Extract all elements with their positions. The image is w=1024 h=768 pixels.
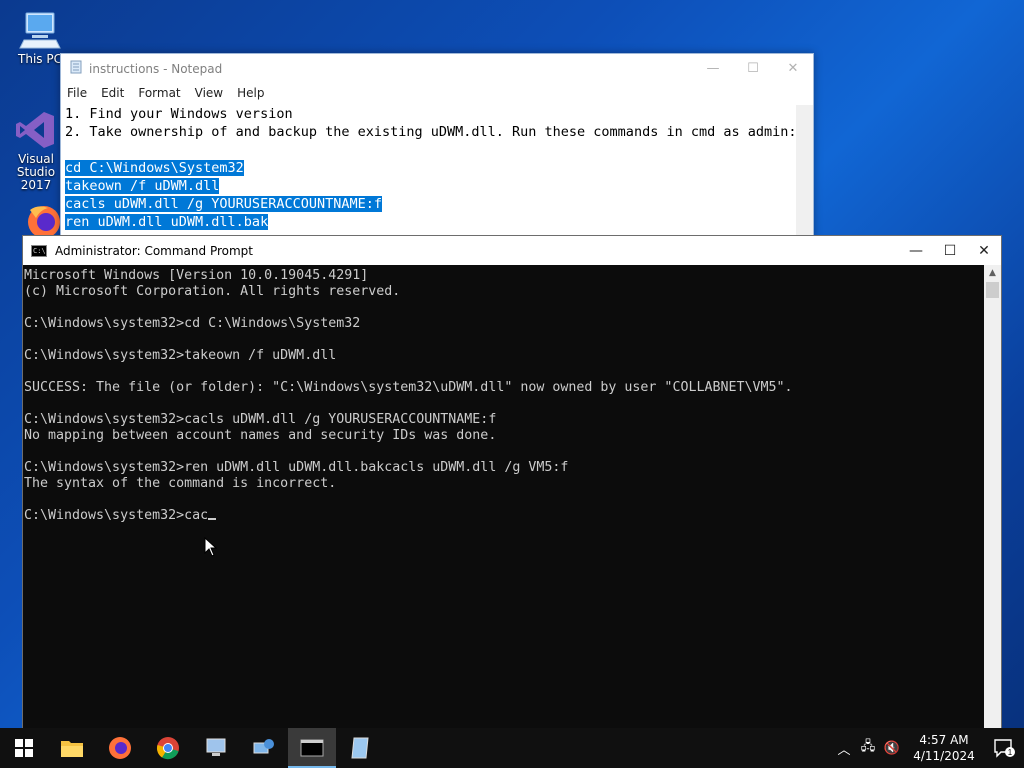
console-line: C:\Windows\system32>cacls uDWM.dll /g YO… [24,412,497,427]
notepad-line-selected: takeown /f uDWM.dll [65,178,220,194]
clock-date: 4/11/2024 [913,749,975,763]
notepad-menubar: File Edit Format View Help [61,83,813,103]
network-icon[interactable]: 🖧 [856,737,880,759]
windows-logo-icon [15,739,33,757]
console-line: C:\Windows\system32>takeown /f uDWM.dll [24,348,337,363]
console-line: C:\Windows\system32>ren uDWM.dll uDWM.dl… [24,460,569,475]
notepad-line [65,141,796,159]
notification-count: 1 [1008,748,1013,757]
taskbar: ︿ 🖧 🔇 4:57 AM 4/11/2024 1 [0,728,1024,768]
desktop-icon-label-line2: 2017 [20,178,52,192]
notification-icon: 1 [994,739,1015,758]
mouse-pointer-icon [204,537,218,557]
notepad-close-button[interactable]: ✕ [773,61,813,76]
chrome-icon [156,737,179,760]
cmd-maximize-button[interactable]: ☐ [933,236,967,265]
firefox-icon [109,737,131,759]
console-line: No mapping between account names and sec… [24,428,497,443]
command-prompt-window[interactable]: C:\ Administrator: Command Prompt — ☐ ✕ … [22,235,1002,735]
notepad-titlebar[interactable]: instructions - Notepad — ☐ ✕ [61,54,813,83]
console-input-line[interactable]: C:\Windows\system32>cac [24,508,984,524]
taskbar-firefox[interactable] [96,728,144,768]
notepad-scrollbar[interactable] [796,105,813,237]
console-line: The syntax of the command is incorrect. [24,476,337,491]
scroll-up-icon[interactable]: ▲ [984,265,1001,282]
taskbar-network-app[interactable] [240,728,288,768]
cmd-icon [300,739,324,757]
notepad-line-selected: cd C:\Windows\System32 [65,160,244,176]
cmd-console-output[interactable]: Microsoft Windows [Version 10.0.19045.42… [23,265,984,734]
notepad-title: instructions - Notepad [89,61,223,76]
menu-format[interactable]: Format [138,86,180,100]
console-line: SUCCESS: The file (or folder): "C:\Windo… [24,380,793,395]
system-tray: ︿ 🖧 🔇 4:57 AM 4/11/2024 1 [832,728,1024,768]
start-button[interactable] [0,728,48,768]
network-computer-icon [206,738,226,756]
desktop-icon-label: Visual Studio [16,152,56,179]
console-line: Microsoft Windows [Version 10.0.19045.42… [24,268,369,283]
menu-view[interactable]: View [195,86,223,100]
taskbar-clock[interactable]: 4:57 AM 4/11/2024 [904,732,984,764]
console-line: (c) Microsoft Corporation. All rights re… [24,284,401,299]
notepad-icon [69,59,83,78]
action-center-button[interactable]: 1 [984,738,1024,758]
menu-help[interactable]: Help [237,86,264,100]
console-line: C:\Windows\system32>cd C:\Windows\System… [24,316,361,331]
cmd-close-button[interactable]: ✕ [967,236,1001,265]
cmd-icon: C:\ [31,244,47,257]
notepad-line-selected: ren uDWM.dll uDWM.dll.bak [65,214,269,230]
notepad-minimize-button[interactable]: — [693,61,733,76]
notepad-icon [351,737,369,759]
scroll-thumb[interactable] [986,282,999,298]
taskbar-notepad[interactable] [336,728,384,768]
clock-time: 4:57 AM [919,733,969,747]
menu-file[interactable]: File [67,86,87,100]
notepad-maximize-button[interactable]: ☐ [733,61,773,76]
cmd-titlebar[interactable]: C:\ Administrator: Command Prompt — ☐ ✕ [23,236,1001,265]
firefox-icon [20,200,64,240]
console-prompt-text: C:\Windows\system32>cac [24,508,209,523]
cmd-scrollbar[interactable]: ▲ [984,265,1001,734]
notepad-line: 1. Find your Windows version [65,106,293,122]
menu-edit[interactable]: Edit [101,86,124,100]
cmd-title: Administrator: Command Prompt [55,243,253,258]
taskbar-remote-desktop[interactable] [192,728,240,768]
notepad-text-area[interactable]: 1. Find your Windows version 2. Take own… [65,105,797,237]
desktop-icon-visual-studio[interactable]: Visual Studio 2017 [4,110,68,192]
folder-icon [61,741,83,757]
notepad-line-selected: cacls uDWM.dll /g YOURUSERACCOUNTNAME:f [65,196,382,212]
chevron-up-icon[interactable]: ︿ [832,739,856,758]
taskbar-chrome[interactable] [144,728,192,768]
notepad-line: 2. Take ownership of and backup the exis… [65,124,797,140]
globe-computer-icon [253,739,274,754]
taskbar-command-prompt[interactable] [288,728,336,768]
taskbar-file-explorer[interactable] [48,728,96,768]
text-caret [208,518,217,520]
visual-studio-icon [14,110,58,150]
computer-icon [18,10,62,50]
notepad-window[interactable]: instructions - Notepad — ☐ ✕ File Edit F… [60,53,814,238]
cmd-minimize-button[interactable]: — [899,236,933,265]
volume-muted-icon[interactable]: 🔇 [880,741,904,756]
